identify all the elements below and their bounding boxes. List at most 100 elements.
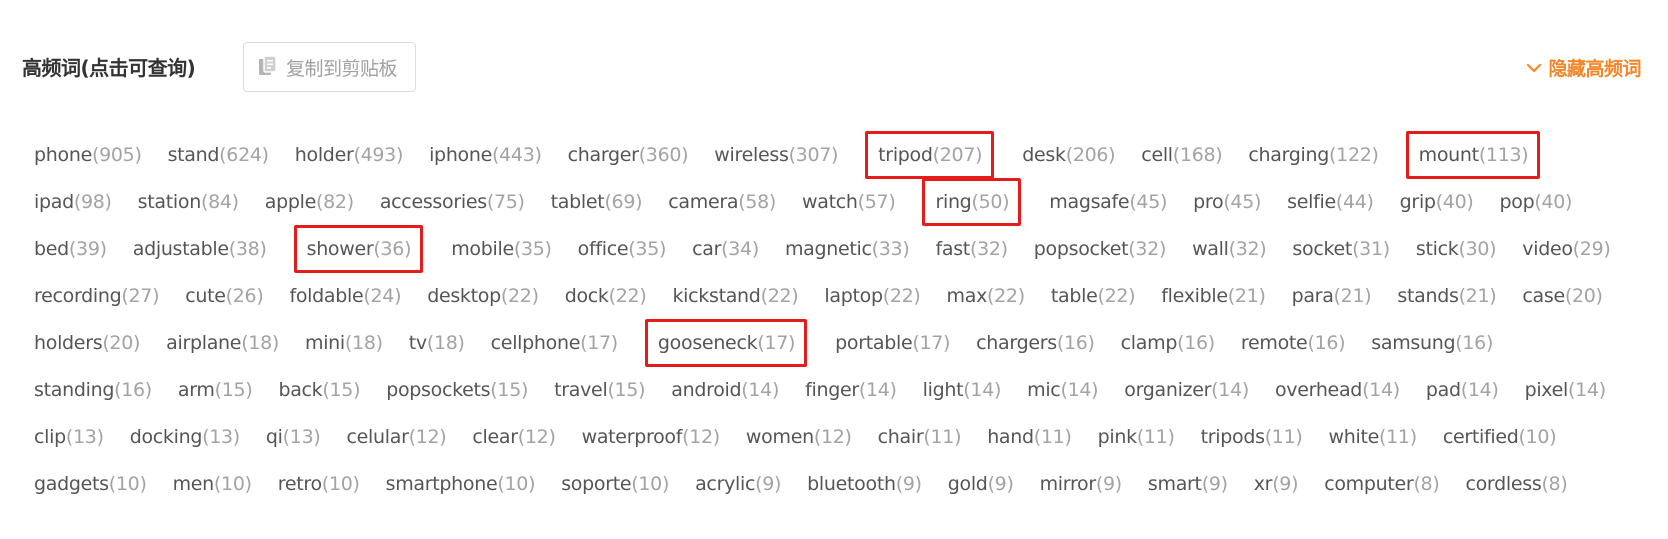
keyword-item[interactable]: arm (15) [178, 371, 253, 409]
keyword-item[interactable]: cell (168) [1141, 136, 1222, 174]
keyword-item[interactable]: back (15) [278, 371, 360, 409]
keyword-item[interactable]: car (34) [692, 230, 759, 268]
keyword-item[interactable]: watch (57) [802, 183, 896, 221]
keyword-item[interactable]: dock (22) [565, 277, 647, 315]
keyword-item[interactable]: gold (9) [948, 465, 1014, 503]
keyword-item[interactable]: popsockets (15) [386, 371, 528, 409]
keyword-item[interactable]: remote (16) [1241, 324, 1346, 362]
copy-to-clipboard-button[interactable]: 复制到剪贴板 [243, 42, 416, 92]
keyword-item[interactable]: cellphone (17) [491, 324, 619, 362]
keyword-item[interactable]: acrylic (9) [695, 465, 781, 503]
keyword-item[interactable]: iphone (443) [429, 136, 542, 174]
keyword-item[interactable]: pop (40) [1500, 183, 1573, 221]
keyword-item[interactable]: laptop (22) [824, 277, 920, 315]
keyword-item[interactable]: station (84) [138, 183, 239, 221]
keyword-item[interactable]: women (12) [746, 418, 852, 456]
keyword-item[interactable]: mirror (9) [1040, 465, 1123, 503]
keyword-item[interactable]: socket (31) [1292, 230, 1390, 268]
keyword-item[interactable]: clip (13) [34, 418, 104, 456]
keyword-item[interactable]: cordless (8) [1465, 465, 1567, 503]
keyword-item[interactable]: stand (624) [168, 136, 270, 174]
keyword-item[interactable]: kickstand (22) [672, 277, 798, 315]
keyword-item[interactable]: airplane (18) [166, 324, 279, 362]
keyword-item[interactable]: docking (13) [130, 418, 241, 456]
keyword-item[interactable]: samsung (16) [1371, 324, 1493, 362]
keyword-item[interactable]: pad (14) [1426, 371, 1499, 409]
keyword-item[interactable]: hand (11) [987, 418, 1072, 456]
keyword-item[interactable]: cute (26) [185, 277, 264, 315]
keyword-item[interactable]: tv (18) [409, 324, 465, 362]
keyword-item[interactable]: bluetooth (9) [807, 465, 922, 503]
keyword-item[interactable]: table (22) [1051, 277, 1136, 315]
keyword-item[interactable]: bed (39) [34, 230, 107, 268]
keyword-item[interactable]: finger (14) [805, 371, 897, 409]
keyword-item[interactable]: celular (12) [346, 418, 446, 456]
keyword-item[interactable]: chair (11) [878, 418, 962, 456]
keyword-item[interactable]: mini (18) [305, 324, 383, 362]
keyword-item[interactable]: apple (82) [265, 183, 354, 221]
keyword-item[interactable]: magnetic (33) [785, 230, 910, 268]
keyword-item[interactable]: overhead (14) [1275, 371, 1400, 409]
keyword-item[interactable]: light (14) [923, 371, 1002, 409]
keyword-item[interactable]: fast (32) [935, 230, 1008, 268]
keyword-item[interactable]: pink (11) [1098, 418, 1175, 456]
keyword-item[interactable]: travel (15) [554, 371, 645, 409]
keyword-item[interactable]: mic (14) [1027, 371, 1098, 409]
keyword-item[interactable]: smartphone (10) [386, 465, 536, 503]
keyword-item[interactable]: tripods (11) [1201, 418, 1303, 456]
keyword-item[interactable]: magsafe (45) [1049, 183, 1167, 221]
keyword-item[interactable]: ring (50) [922, 178, 1022, 226]
keyword-item[interactable]: holder (493) [295, 136, 404, 174]
keyword-item[interactable]: pro (45) [1193, 183, 1261, 221]
keyword-item[interactable]: gooseneck (17) [644, 319, 808, 367]
keyword-item[interactable]: qi (13) [266, 418, 321, 456]
keyword-item[interactable]: certified (10) [1443, 418, 1557, 456]
keyword-item[interactable]: case (20) [1522, 277, 1603, 315]
hide-keywords-toggle[interactable]: 隐藏高频词 [1526, 54, 1641, 81]
keyword-item[interactable]: waterproof (12) [582, 418, 721, 456]
keyword-item[interactable]: chargers (16) [976, 324, 1095, 362]
keyword-item[interactable]: soporte (10) [561, 465, 669, 503]
keyword-item[interactable]: mount (113) [1405, 131, 1541, 179]
keyword-item[interactable]: accessories (75) [380, 183, 525, 221]
keyword-item[interactable]: android (14) [671, 371, 779, 409]
keyword-item[interactable]: computer (8) [1324, 465, 1440, 503]
keyword-item[interactable]: camera (58) [668, 183, 776, 221]
keyword-item[interactable]: ipad (98) [34, 183, 112, 221]
keyword-item[interactable]: mobile (35) [451, 230, 552, 268]
keyword-item[interactable]: tripod (207) [865, 131, 995, 179]
keyword-item[interactable]: flexible (21) [1161, 277, 1266, 315]
keyword-item[interactable]: wireless (307) [714, 136, 838, 174]
keyword-item[interactable]: white (11) [1329, 418, 1418, 456]
keyword-item[interactable]: stands (21) [1397, 277, 1496, 315]
keyword-item[interactable]: gadgets (10) [34, 465, 147, 503]
keyword-item[interactable]: video (29) [1522, 230, 1611, 268]
keyword-item[interactable]: wall (32) [1192, 230, 1267, 268]
keyword-item[interactable]: organizer (14) [1124, 371, 1249, 409]
keyword-item[interactable]: desk (206) [1022, 136, 1115, 174]
keyword-item[interactable]: para (21) [1292, 277, 1372, 315]
keyword-item[interactable]: portable (17) [835, 324, 950, 362]
keyword-item[interactable]: holders (20) [34, 324, 140, 362]
keyword-item[interactable]: stick (30) [1416, 230, 1497, 268]
keyword-item[interactable]: popsocket (32) [1034, 230, 1167, 268]
keyword-item[interactable]: charger (360) [568, 136, 689, 174]
keyword-item[interactable]: office (35) [578, 230, 667, 268]
keyword-item[interactable]: phone (905) [34, 136, 142, 174]
keyword-item[interactable]: clear (12) [472, 418, 555, 456]
keyword-item[interactable]: pixel (14) [1525, 371, 1607, 409]
keyword-item[interactable]: selfie (44) [1287, 183, 1374, 221]
keyword-item[interactable]: foldable (24) [289, 277, 401, 315]
keyword-item[interactable]: clamp (16) [1121, 324, 1216, 362]
keyword-item[interactable]: max (22) [947, 277, 1026, 315]
keyword-item[interactable]: retro (10) [278, 465, 360, 503]
keyword-item[interactable]: standing (16) [34, 371, 152, 409]
keyword-item[interactable]: grip (40) [1400, 183, 1474, 221]
keyword-item[interactable]: adjustable (38) [133, 230, 267, 268]
keyword-item[interactable]: smart (9) [1148, 465, 1228, 503]
keyword-item[interactable]: charging (122) [1248, 136, 1379, 174]
keyword-item[interactable]: recording (27) [34, 277, 159, 315]
keyword-item[interactable]: men (10) [173, 465, 252, 503]
keyword-item[interactable]: shower (36) [293, 225, 423, 273]
keyword-item[interactable]: tablet (69) [551, 183, 643, 221]
